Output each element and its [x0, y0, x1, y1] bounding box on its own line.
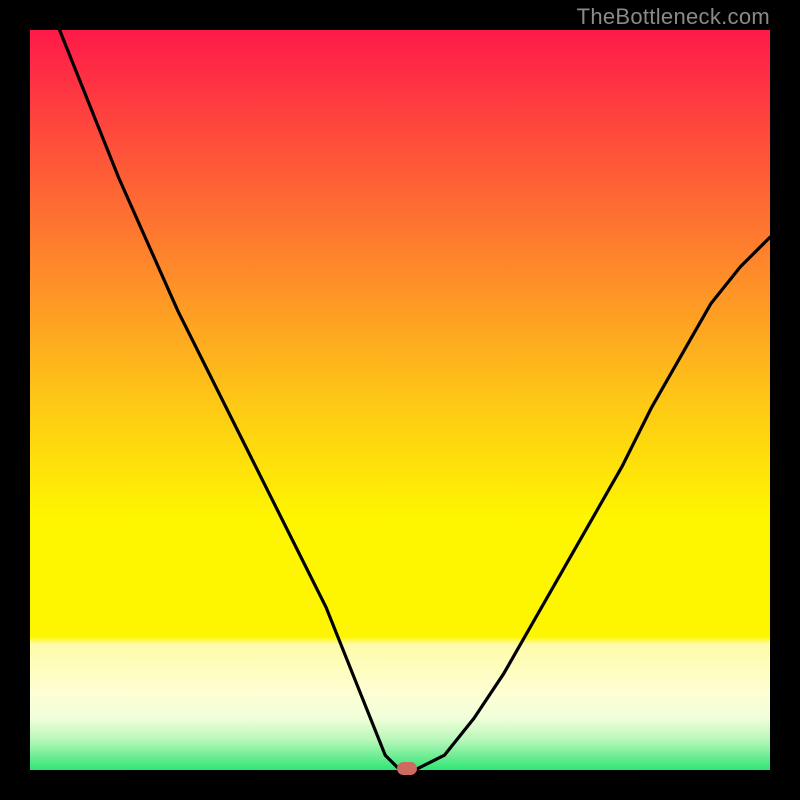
gradient-background [30, 30, 770, 770]
optimal-point-marker [397, 762, 417, 775]
watermark-text: TheBottleneck.com [577, 4, 770, 30]
chart-container: TheBottleneck.com [0, 0, 800, 800]
